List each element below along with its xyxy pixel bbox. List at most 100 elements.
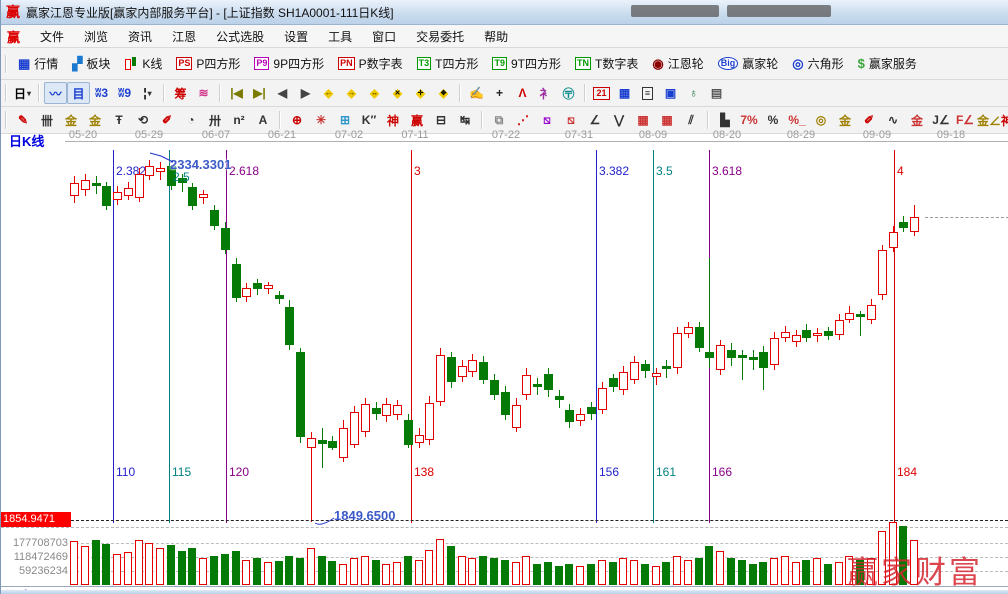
- frame-icon[interactable]: ⧉: [487, 109, 511, 131]
- crosshair-icon[interactable]: +: [488, 82, 511, 104]
- prev-bar-icon[interactable]: ◀: [271, 82, 294, 104]
- gann-wheel-button[interactable]: ◉江恩轮: [645, 52, 710, 75]
- p9-square-button-icon: P9: [254, 57, 269, 70]
- red-grid-icon[interactable]: ▦: [631, 109, 655, 131]
- trend-line-icon[interactable]: 〰: [44, 82, 67, 104]
- hexagon-button[interactable]: ◎六角形: [785, 52, 850, 75]
- ma3-icon[interactable]: ʬ3: [90, 82, 113, 104]
- volume-profile-icon[interactable]: ≋: [192, 82, 215, 104]
- bar-stats-icon[interactable]: ▙: [713, 109, 737, 131]
- period-selector[interactable]: 日: [11, 82, 34, 104]
- j-angle-icon[interactable]: J∠: [929, 109, 953, 131]
- menu-item-4[interactable]: 江恩: [162, 25, 206, 48]
- mind-icon[interactable]: 〶: [557, 82, 580, 104]
- expand-icon[interactable]: ◆✛: [409, 82, 432, 104]
- pan-left-icon[interactable]: ◆←: [317, 82, 340, 104]
- t-number-button[interactable]: TNT数字表: [568, 52, 645, 75]
- p-square-button[interactable]: PSP四方形: [169, 52, 247, 75]
- menu-item-10[interactable]: 帮助: [474, 25, 518, 48]
- winner-wheel-button[interactable]: Big赢家轮: [711, 52, 786, 75]
- quotes-button[interactable]: ▦行情: [11, 52, 65, 75]
- gann-scale-icon[interactable]: 卌: [35, 109, 59, 131]
- wave-icon[interactable]: ∿: [881, 109, 905, 131]
- network-icon[interactable]: ♁: [682, 82, 705, 104]
- ma9-icon[interactable]: ʬ9: [113, 82, 136, 104]
- t9-square-button[interactable]: T99T四方形: [485, 52, 568, 75]
- candle: [899, 222, 908, 228]
- kline-button[interactable]: K线: [117, 52, 169, 75]
- notes-icon-glyph: ≡: [642, 87, 653, 100]
- brush2-icon[interactable]: ✐: [155, 109, 179, 131]
- p-number-button[interactable]: PNP数字表: [331, 52, 410, 75]
- menu-item-8[interactable]: 窗口: [362, 25, 406, 48]
- gold-ratio2-icon[interactable]: 金: [83, 109, 107, 131]
- menu-item-7[interactable]: 工具: [318, 25, 362, 48]
- fan-lines-icon[interactable]: ⋰: [511, 109, 535, 131]
- next-bar-icon[interactable]: ▶: [294, 82, 317, 104]
- zoom-out-icon[interactable]: ◆↔: [363, 82, 386, 104]
- gold-underline-icon[interactable]: 金: [905, 109, 929, 131]
- menu-item-1[interactable]: 文件: [30, 25, 74, 48]
- sectors-button[interactable]: ▞板块: [65, 52, 117, 75]
- fit-all-icon[interactable]: ◆✥: [432, 82, 455, 104]
- menu-item-3[interactable]: 资讯: [118, 25, 162, 48]
- brush3-icon[interactable]: ✐: [857, 109, 881, 131]
- width-arrow-icon[interactable]: ↹: [453, 109, 477, 131]
- gold-line-icon[interactable]: 金: [833, 109, 857, 131]
- gold-circle-icon[interactable]: ◎: [809, 109, 833, 131]
- star-burst-icon[interactable]: ✳: [309, 109, 333, 131]
- v-lines-icon[interactable]: ⋁: [607, 109, 631, 131]
- title-bar[interactable]: 赢 赢家江恩专业版[赢家内部服务平台] - [上证指数 SH1A0001-111…: [1, 0, 1008, 25]
- last-bar-icon[interactable]: ▶|: [248, 82, 271, 104]
- calculator-icon[interactable]: ▦: [613, 82, 636, 104]
- gann-target-icon[interactable]: ⊕: [285, 109, 309, 131]
- notes-icon[interactable]: ≡: [636, 82, 659, 104]
- menu-item-9[interactable]: 交易委托: [406, 25, 474, 48]
- f-angle-icon[interactable]: F∠: [953, 109, 977, 131]
- percent-level-icon[interactable]: %_: [785, 109, 809, 131]
- red-grid2-icon[interactable]: ▦: [655, 109, 679, 131]
- gold-angle-icon[interactable]: 金∠: [977, 109, 1001, 131]
- quote-detail-icon[interactable]: 目: [67, 82, 90, 104]
- t-square-button-label: T四方形: [435, 55, 478, 72]
- workstation-icon[interactable]: ▤: [705, 82, 728, 104]
- first-bar-icon[interactable]: |◀: [225, 82, 248, 104]
- menu-item-5[interactable]: 公式选股: [206, 25, 274, 48]
- clock-circle-icon[interactable]: ◔: [179, 109, 203, 131]
- shen-angle-icon[interactable]: 神∠: [1001, 109, 1008, 131]
- f-tool-icon[interactable]: Ŧ: [107, 109, 131, 131]
- menu-item-2[interactable]: 浏览: [74, 25, 118, 48]
- ladder-icon[interactable]: 卅: [203, 109, 227, 131]
- winner-service-button[interactable]: $赢家服务: [851, 52, 924, 75]
- spiral-icon[interactable]: ⟲: [131, 109, 155, 131]
- save-icon[interactable]: ▣: [659, 82, 682, 104]
- ying-icon[interactable]: 赢: [405, 109, 429, 131]
- parallel-lines-icon[interactable]: ⫽: [679, 109, 703, 131]
- shen-icon[interactable]: 神: [381, 109, 405, 131]
- compass-icon[interactable]: Ʌ: [511, 82, 534, 104]
- hand-icon[interactable]: ✍: [465, 82, 488, 104]
- toolbar-separator: [38, 84, 40, 102]
- angle-lines-icon[interactable]: ∠: [583, 109, 607, 131]
- costume-icon[interactable]: 衤: [534, 82, 557, 104]
- angle-a-icon[interactable]: A: [251, 109, 275, 131]
- k-marks-icon[interactable]: K″: [357, 109, 381, 131]
- candle-style-selector[interactable]: ¦: [136, 82, 159, 104]
- box-lines-purple-icon[interactable]: ⧅: [535, 109, 559, 131]
- menu-item-6[interactable]: 设置: [274, 25, 318, 48]
- box-lines-red-icon[interactable]: ⧅: [559, 109, 583, 131]
- percent-line-icon[interactable]: 7%: [737, 109, 761, 131]
- candle: [253, 283, 262, 289]
- grid-target-icon[interactable]: ⊞: [333, 109, 357, 131]
- draw-brush-icon[interactable]: ✎: [11, 109, 35, 131]
- compress-icon[interactable]: ◆✕: [386, 82, 409, 104]
- gold-ratio-icon[interactable]: 金: [59, 109, 83, 131]
- p9-square-button[interactable]: P99P四方形: [247, 52, 331, 75]
- grid-123-icon[interactable]: ⊟: [429, 109, 453, 131]
- chip-distribution-icon[interactable]: 筹: [169, 82, 192, 104]
- n2-icon[interactable]: n²: [227, 109, 251, 131]
- percent-icon[interactable]: %: [761, 109, 785, 131]
- calendar-icon[interactable]: 21: [590, 82, 613, 104]
- pan-right-icon[interactable]: ◆→: [340, 82, 363, 104]
- t-square-button[interactable]: T3T四方形: [410, 52, 486, 75]
